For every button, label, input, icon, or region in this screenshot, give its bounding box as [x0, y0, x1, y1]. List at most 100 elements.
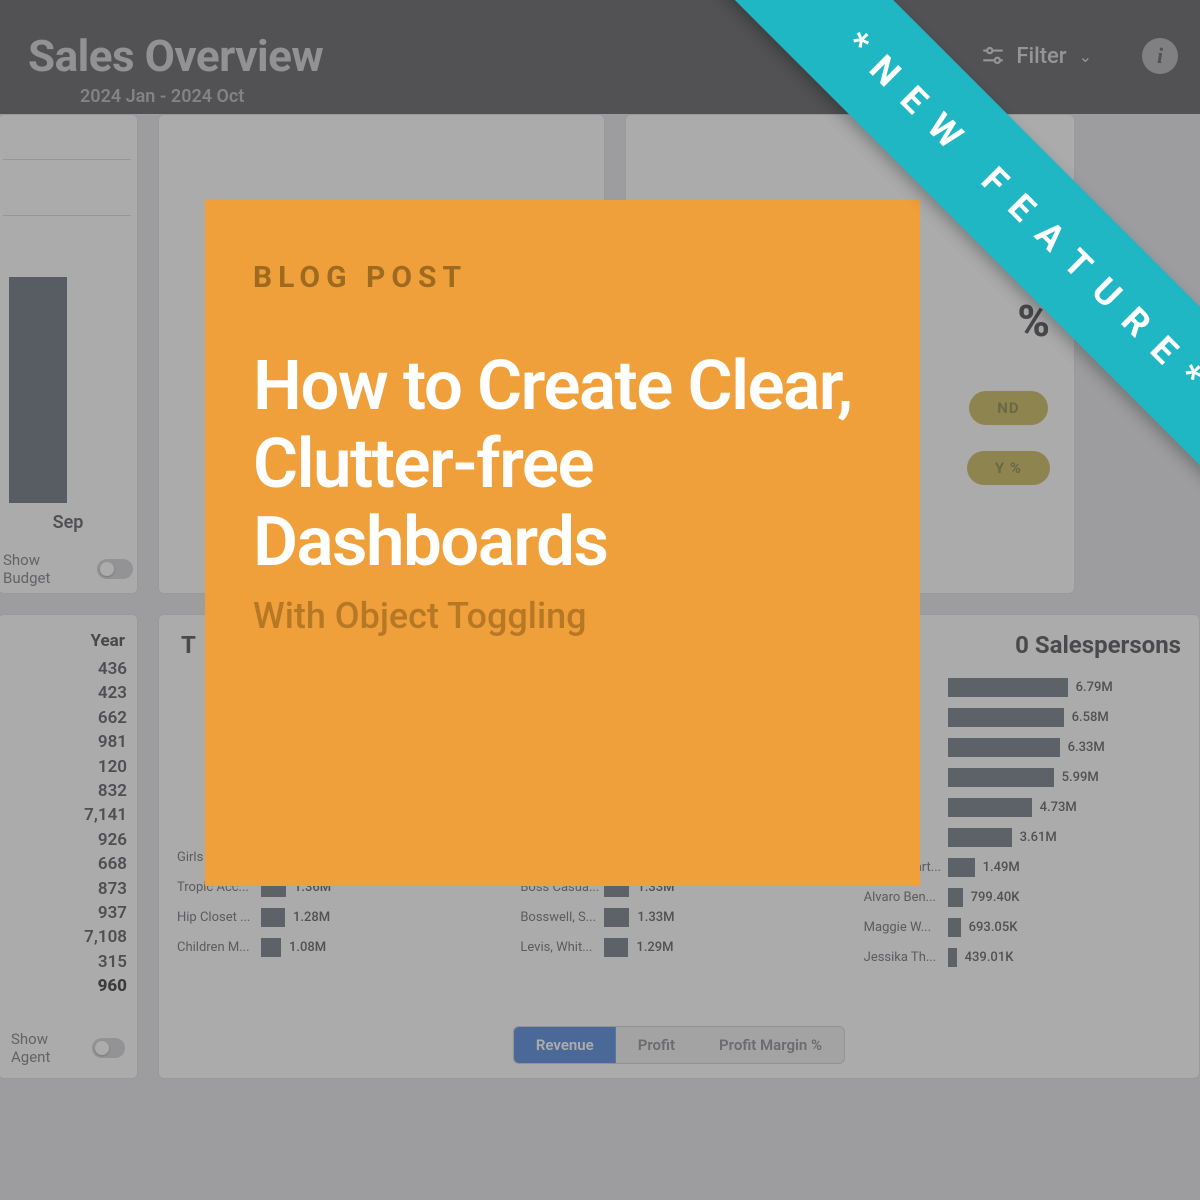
hbar-label: Levis, Whit... — [520, 940, 604, 955]
hbar-value: 6.33M — [1068, 740, 1105, 755]
hbar-bar-wrap: 6.58M — [948, 708, 1181, 727]
tab-profit[interactable]: Profit — [616, 1027, 697, 1063]
hbar-bar-wrap: 3.61M — [948, 828, 1181, 847]
hbar-row: Levis, Whit... 1.29M — [520, 933, 837, 961]
title-block: Sales Overview 2024 Jan - 2024 Oct — [28, 30, 820, 107]
hbar-bar — [261, 908, 285, 927]
month-label: Sep — [0, 512, 137, 533]
hbar-bar — [948, 738, 1060, 757]
search-button[interactable] — [820, 42, 848, 70]
hbar-label: Jessika Th... — [864, 950, 948, 965]
blog-eyebrow: BLOG POST — [253, 260, 872, 295]
hbar-row: Hip Closet ...1.28M — [177, 903, 494, 931]
variance-title: t Variance % — [928, 163, 1050, 188]
sort-dropdown[interactable]: t ⌄ — [898, 44, 931, 69]
hbar-bar — [261, 938, 281, 957]
top10-title-right: 0 Salespersons — [1015, 631, 1181, 659]
number-value: 7,141 — [9, 803, 127, 827]
number-value: 960 — [9, 974, 127, 998]
number-value: 937 — [9, 901, 127, 925]
hbar-bar-wrap: 1.49M — [948, 858, 1181, 877]
show-agent-toggle[interactable] — [92, 1038, 125, 1058]
hbar-bar — [948, 708, 1064, 727]
number-value: 436 — [9, 657, 127, 681]
chevron-down-icon: ⌄ — [1079, 47, 1092, 66]
hbar-label: Maggie W... — [864, 920, 948, 935]
hbar-bar-wrap: 693.05K — [948, 918, 1181, 937]
pill-end[interactable]: ND — [969, 391, 1047, 425]
hbar-bar-wrap: 439.01K — [948, 948, 1181, 967]
tab-revenue[interactable]: Revenue — [514, 1027, 616, 1063]
number-value: 668 — [9, 852, 127, 876]
hbar-bar-wrap: 799.40K — [948, 888, 1181, 907]
hbar-value: 439.01K — [965, 950, 1014, 965]
grid-line — [3, 215, 131, 216]
info-button[interactable]: i — [1142, 38, 1178, 74]
number-list: 4364236629811208327,1419266688739377,108… — [9, 657, 127, 999]
hbar-bar-wrap: 4.73M — [948, 798, 1181, 817]
blog-subtitle: With Object Toggling — [253, 595, 872, 637]
hbar-bar — [948, 798, 1032, 817]
hbar-bar-wrap: 1.08M — [261, 938, 494, 957]
metric-tabs: Revenue Profit Profit Margin % — [513, 1026, 845, 1064]
hbar-bar-wrap: 5.99M — [948, 768, 1181, 787]
hbar-bar — [948, 918, 961, 937]
hbar-label: Bosswell, S... — [520, 910, 604, 925]
number-value: 662 — [9, 706, 127, 730]
pill-buttons: ND Y % — [967, 385, 1050, 491]
toggle-label: Show Budget — [3, 551, 87, 587]
hbar-bar-wrap: 1.33M — [604, 908, 837, 927]
blog-title: How to Create Clear, Clutter-free Dashbo… — [253, 347, 872, 581]
header-controls: t ⌄ Filter ⌄ i — [820, 38, 1178, 74]
top10-title-left: T — [181, 631, 196, 659]
hbar-value: 1.08M — [289, 940, 326, 955]
number-value: 7,108 — [9, 925, 127, 949]
show-agent-toggle-row: Show Agent — [11, 1030, 125, 1066]
variance-pct-2: % — [1017, 295, 1050, 347]
year-column-header: Year — [9, 631, 127, 651]
search-icon — [820, 42, 848, 70]
hbar-bar — [604, 908, 629, 927]
hbar-bar-wrap: 1.29M — [604, 938, 837, 957]
hbar-value: 6.58M — [1072, 710, 1109, 725]
hbar-bar — [948, 948, 957, 967]
hbar-row: Alvaro Ben... 799.40K — [864, 883, 1181, 911]
number-value: 873 — [9, 877, 127, 901]
hbar-row: Children M...1.08M — [177, 933, 494, 961]
number-value: 315 — [9, 950, 127, 974]
filter-label: Filter — [1016, 44, 1066, 69]
hbar-value: 1.49M — [983, 860, 1020, 875]
hbar-value: 1.29M — [636, 940, 673, 955]
number-value: 981 — [9, 730, 127, 754]
info-icon: i — [1157, 43, 1163, 69]
show-budget-toggle[interactable] — [97, 559, 133, 579]
blog-card: BLOG POST How to Create Clear, Clutter-f… — [205, 200, 920, 886]
number-value: 832 — [9, 779, 127, 803]
number-value: 423 — [9, 681, 127, 705]
number-value: 120 — [9, 755, 127, 779]
hbar-value: 6.79M — [1076, 680, 1113, 695]
filter-dropdown[interactable]: Filter ⌄ — [980, 43, 1092, 69]
chevron-down-icon: ⌄ — [917, 47, 930, 66]
variance-pct-1: % — [1017, 189, 1050, 241]
date-range: 2024 Jan - 2024 Oct — [80, 86, 820, 107]
hbar-value: 799.40K — [971, 890, 1020, 905]
hbar-label: Alvaro Ben... — [864, 890, 948, 905]
page-title: Sales Overview — [28, 30, 820, 82]
hbar-bar — [948, 858, 975, 877]
hbar-bar-wrap: 1.28M — [261, 908, 494, 927]
numbers-card: Year 4364236629811208327,141926668873937… — [0, 614, 138, 1079]
show-budget-toggle-row: Show Budget — [3, 551, 133, 587]
tab-margin[interactable]: Profit Margin % — [697, 1027, 844, 1063]
hbar-bar — [948, 828, 1012, 847]
grid-line — [3, 159, 131, 160]
hbar-row: Jessika Th... 439.01K — [864, 943, 1181, 971]
hbar-bar-wrap: 6.33M — [948, 738, 1181, 757]
pill-y[interactable]: Y % — [967, 451, 1050, 485]
hbar-bar — [948, 678, 1068, 697]
hbar-row: Maggie W... 693.05K — [864, 913, 1181, 941]
bar — [9, 277, 67, 503]
hbar-bar — [948, 768, 1054, 787]
hbar-value: 693.05K — [969, 920, 1018, 935]
bar-chart-card: Sep Show Budget — [0, 114, 138, 594]
